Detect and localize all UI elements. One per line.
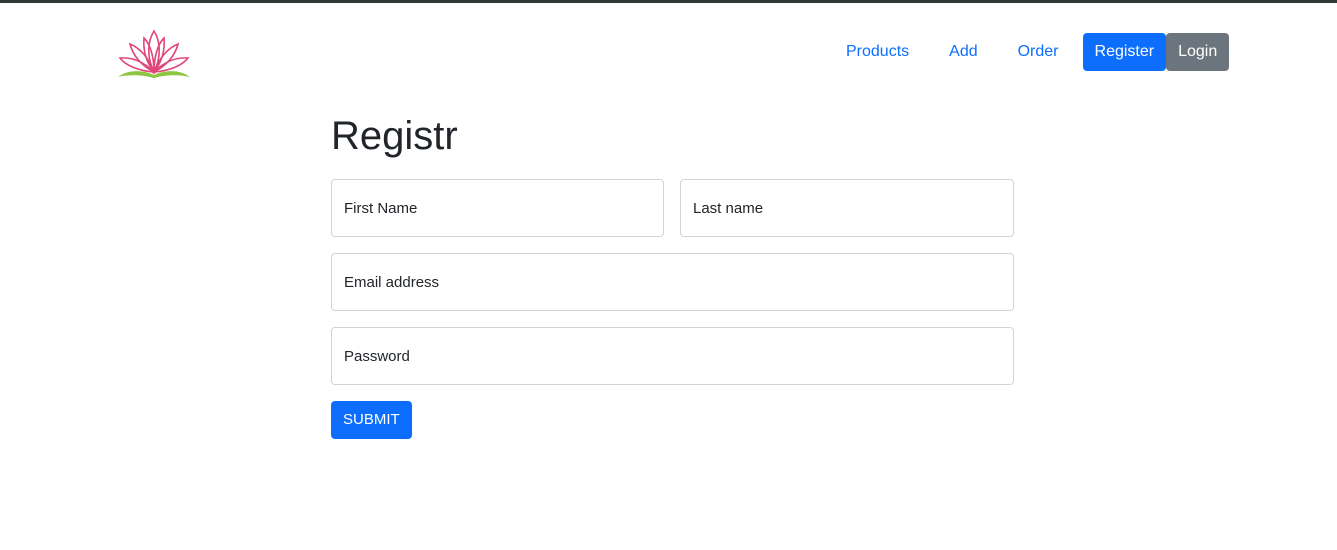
register-button[interactable]: Register — [1082, 33, 1167, 71]
lotus-logo-icon[interactable] — [116, 26, 192, 80]
main-nav: Products Add Order Register Login — [826, 33, 1230, 71]
page-title: Registr — [331, 114, 458, 158]
first-name-field[interactable] — [331, 179, 664, 237]
nav-link-order[interactable]: Order — [998, 33, 1079, 71]
top-border — [0, 0, 1337, 3]
login-button[interactable]: Login — [1166, 33, 1230, 71]
nav-link-add[interactable]: Add — [929, 33, 997, 71]
submit-button[interactable]: SUBMIT — [331, 401, 412, 439]
password-field[interactable] — [331, 327, 1014, 385]
nav-link-products[interactable]: Products — [826, 33, 929, 71]
email-field[interactable] — [331, 253, 1014, 311]
last-name-field[interactable] — [680, 179, 1014, 237]
